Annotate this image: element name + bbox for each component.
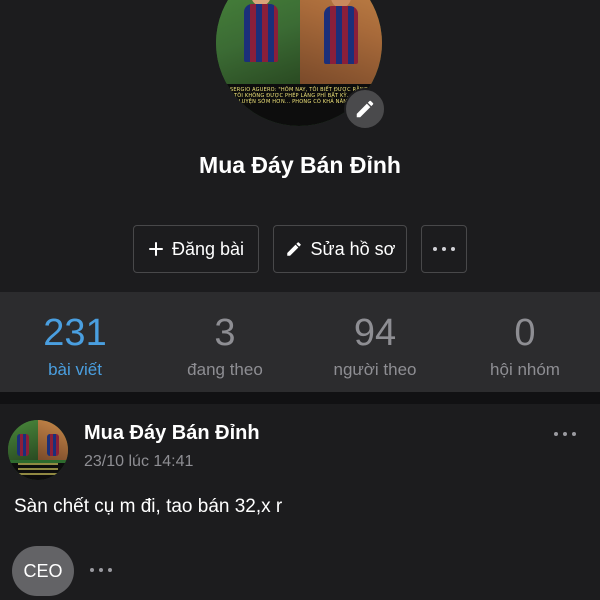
stat-groups[interactable]: 0 hội nhóm: [450, 292, 600, 392]
profile-name: Mua Đáy Bán Đỉnh: [199, 152, 401, 178]
stats-bar: 231 bài viết 3 đang theo 94 người theo 0…: [0, 292, 600, 392]
stat-value: 231: [43, 312, 107, 354]
more-icon: [90, 568, 112, 572]
post-author-name[interactable]: Mua Đáy Bán Đỉnh: [84, 422, 260, 445]
stat-label: đang theo: [187, 360, 263, 379]
stat-followers[interactable]: 94 người theo: [300, 292, 450, 392]
stat-label: hội nhóm: [490, 360, 560, 379]
post-timestamp: 23/10 lúc 14:41: [84, 453, 194, 470]
edit-profile-label: Sửa hồ sơ: [310, 238, 396, 259]
section-divider: [0, 392, 600, 404]
post-card: Mua Đáy Bán Đỉnh 23/10 lúc 14:41 Sàn chế…: [0, 404, 600, 600]
stat-value: 0: [514, 312, 536, 354]
stat-posts[interactable]: 231 bài viết: [0, 292, 150, 392]
badge-more-button[interactable]: [84, 560, 118, 580]
edit-profile-button[interactable]: Sửa hồ sơ: [273, 225, 407, 273]
create-post-label: Đăng bài: [171, 238, 245, 259]
stat-value: 3: [214, 312, 236, 354]
more-icon: [433, 247, 455, 251]
more-icon: [554, 432, 576, 436]
profile-actions: Đăng bài Sửa hồ sơ: [133, 225, 467, 273]
stat-label: người theo: [333, 360, 417, 379]
edit-avatar-button[interactable]: [344, 88, 386, 130]
pencil-icon: [286, 242, 301, 256]
more-options-button[interactable]: [421, 225, 467, 273]
avatar-photo: [216, 0, 382, 84]
post-author-avatar[interactable]: [8, 420, 68, 480]
stat-following[interactable]: 3 đang theo: [150, 292, 300, 392]
plus-icon: [148, 242, 163, 256]
post-options-button[interactable]: [548, 424, 582, 444]
profile-header: SERGIO AGUERO: "HÔM NAY, TÔI BIẾT ĐƯỢC R…: [0, 0, 600, 292]
post-content: Sàn chết cụ m đi, tao bán 32,x r: [14, 496, 283, 517]
create-post-button[interactable]: Đăng bài: [133, 225, 259, 273]
user-badge[interactable]: CEO: [12, 546, 74, 596]
stat-label: bài viết: [48, 360, 102, 379]
stat-value: 94: [353, 312, 397, 354]
pencil-icon: [356, 100, 374, 118]
